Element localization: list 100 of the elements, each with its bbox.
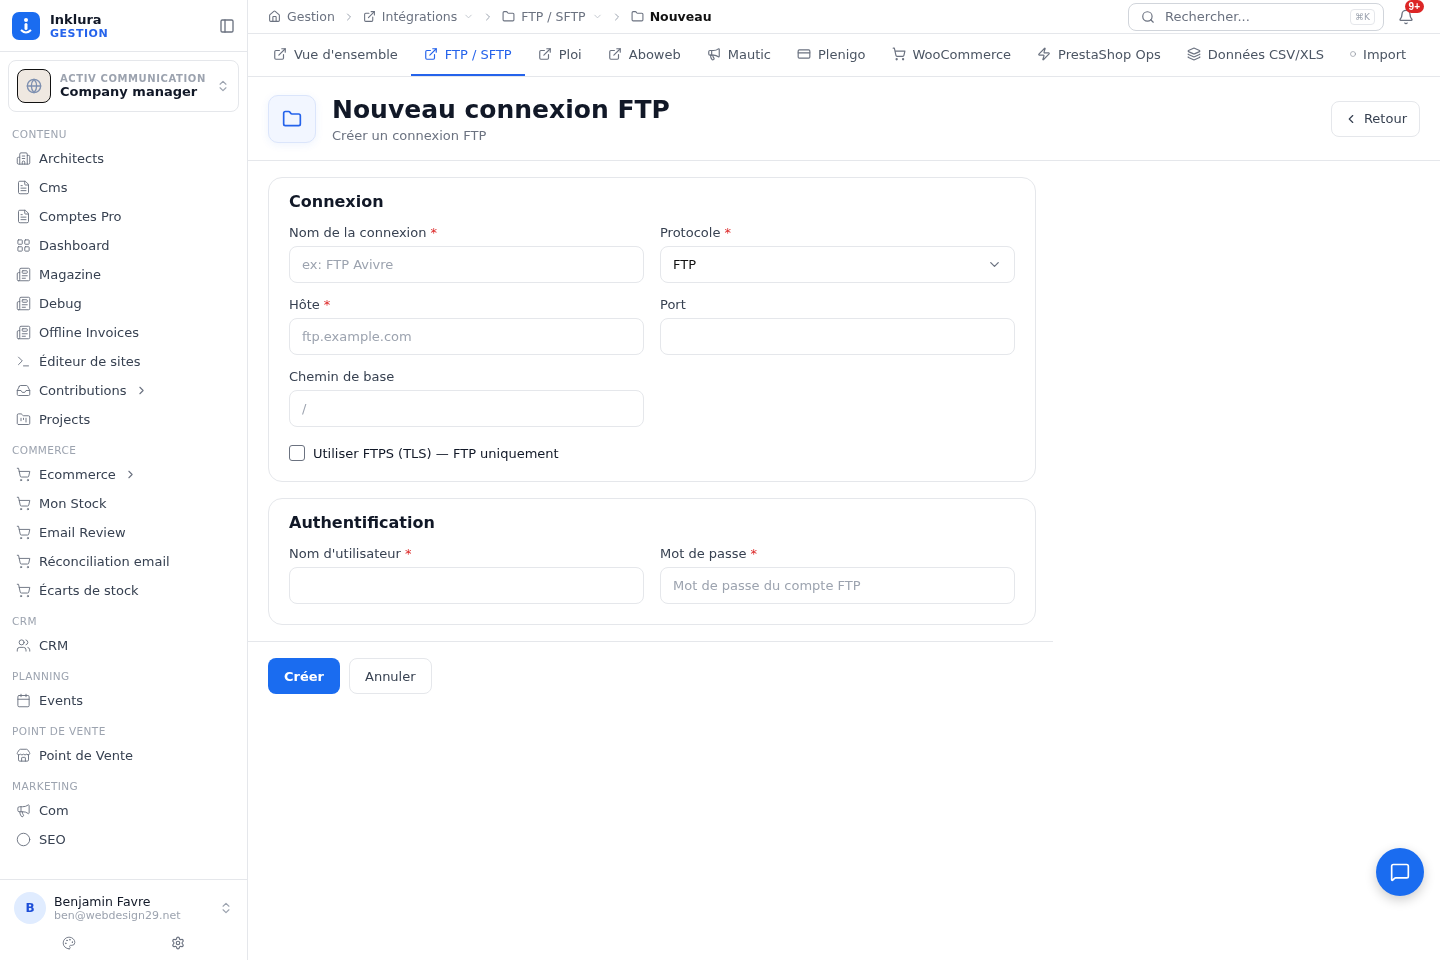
circle-icon <box>16 832 31 847</box>
cart-icon <box>16 467 31 482</box>
cancel-button[interactable]: Annuler <box>349 658 432 694</box>
chat-button[interactable] <box>1376 848 1424 896</box>
users-icon <box>16 638 31 653</box>
home-icon <box>268 10 281 23</box>
lightning-icon <box>1037 47 1052 61</box>
tab[interactable]: Aboweb <box>594 34 694 76</box>
user-menu[interactable]: B Benjamin Favre ben@webdesign29.net <box>14 892 233 924</box>
checkbox[interactable] <box>289 445 305 461</box>
sidebar-item[interactable]: Contributions <box>39 383 127 398</box>
back-button[interactable]: Retour <box>1330 100 1420 137</box>
folder-icon <box>502 10 516 23</box>
tab[interactable]: Ploi <box>524 34 595 76</box>
document-icon <box>16 180 31 195</box>
sidebar-item[interactable]: SEO <box>39 832 66 847</box>
sidebar-item[interactable]: Offline Invoices <box>39 325 140 340</box>
grid-icon <box>16 238 31 253</box>
sidebar-item[interactable]: Comptes Pro <box>39 209 122 224</box>
breadcrumb-item[interactable]: Nouveau <box>649 9 712 24</box>
sidebar-item[interactable]: Dashboard <box>39 238 110 253</box>
input-field[interactable] <box>660 318 1015 355</box>
input-field[interactable] <box>289 567 644 604</box>
tab[interactable]: Vue d'ensemble <box>260 34 411 76</box>
user-avatar: B <box>14 892 46 924</box>
card-title: Connexion <box>289 192 385 211</box>
sidebar-item[interactable]: Projects <box>39 412 91 427</box>
folder-icon <box>630 10 644 23</box>
field-label: Nom d'utilisateur <box>289 546 401 561</box>
section-title: CRM <box>11 614 38 629</box>
page-title: Nouveau connexion FTP <box>332 94 671 124</box>
sidebar-item[interactable]: Email Review <box>39 525 126 540</box>
tab[interactable]: Données CSV/XLS <box>1173 34 1338 76</box>
palette-icon[interactable] <box>61 936 76 950</box>
calendar-icon <box>16 693 31 708</box>
settings-icon[interactable] <box>171 936 186 950</box>
required-mark: * <box>750 546 758 561</box>
sidebar-toggle-icon[interactable] <box>219 17 235 34</box>
workspace-switcher[interactable]: ACTIV COMMUNICATION Company manager <box>8 60 239 112</box>
breadcrumb-item[interactable]: FTP / SFTP <box>521 9 586 24</box>
logo-icon <box>12 11 40 40</box>
card-title: Authentification <box>289 513 436 532</box>
breadcrumb-item[interactable]: Gestion <box>287 9 335 24</box>
search-icon <box>1141 9 1155 24</box>
tab[interactable]: Plenigo <box>784 34 879 76</box>
sidebar-item[interactable]: Réconciliation email <box>39 554 170 569</box>
sidebar-item[interactable]: CRM <box>39 638 69 653</box>
sidebar-item[interactable]: Écarts de stock <box>39 583 139 598</box>
user-email: ben@webdesign29.net <box>54 909 182 922</box>
sidebar-item[interactable]: Cms <box>39 180 68 195</box>
sidebar-item[interactable]: Point de Vente <box>39 748 133 763</box>
card-icon <box>797 47 811 61</box>
user-name: Benjamin Favre <box>54 894 152 909</box>
tab[interactable]: PrestaShop Ops <box>1024 34 1174 76</box>
required-mark: * <box>430 225 437 240</box>
sidebar-item[interactable]: Debug <box>39 296 82 311</box>
required-mark: * <box>724 225 731 240</box>
cart-icon <box>16 554 31 569</box>
external-link-icon <box>607 47 622 61</box>
cart-icon <box>16 525 31 540</box>
sidebar-item[interactable]: Magazine <box>39 267 102 282</box>
protocol-select[interactable]: FTP <box>660 246 1015 283</box>
newspaper-icon <box>16 325 31 340</box>
input-field[interactable]: / <box>289 390 644 427</box>
sidebar-item[interactable]: Mon Stock <box>39 496 107 511</box>
megaphone-icon <box>706 47 721 61</box>
field-label: Nom de la connexion <box>289 225 427 240</box>
tab[interactable]: Import <box>1337 34 1420 76</box>
sidebar-item[interactable]: Events <box>39 693 83 708</box>
page-subtitle: Créer un connexion FTP <box>332 127 488 143</box>
password-field[interactable]: Mot de passe du compte FTP <box>660 567 1015 604</box>
required-mark: * <box>404 546 412 561</box>
sidebar-item[interactable]: Éditeur de sites <box>39 354 141 369</box>
field-label: Port <box>660 297 686 312</box>
sidebar-item[interactable]: Architects <box>39 151 105 166</box>
document-icon <box>16 209 31 224</box>
chat-icon <box>1390 862 1410 882</box>
checkbox-label: Utiliser FTPS (TLS) — FTP uniquement <box>313 445 559 461</box>
shortcut-hint: ⌘K <box>1350 8 1375 25</box>
input-field[interactable]: ex: FTP Avivre <box>289 246 644 283</box>
sidebar-item[interactable]: Ecommerce <box>39 467 116 482</box>
store-icon <box>16 748 31 763</box>
tab[interactable]: WooCommerce <box>878 34 1025 76</box>
field-label: Protocole <box>660 225 721 240</box>
field-label: Hôte <box>289 297 320 312</box>
section-title: MARKETING <box>11 779 80 794</box>
dot-icon <box>1350 51 1357 57</box>
external-link-icon <box>362 10 376 23</box>
megaphone-icon <box>16 803 31 818</box>
tab[interactable]: FTP / SFTP <box>410 34 525 76</box>
sidebar-item[interactable]: Com <box>39 803 69 818</box>
input-field[interactable]: ftp.example.com <box>289 318 644 355</box>
cart-icon <box>891 47 906 61</box>
cart-icon <box>16 583 31 598</box>
create-button[interactable]: Créer <box>268 658 340 694</box>
required-mark: * <box>323 297 331 312</box>
breadcrumb-item[interactable]: Intégrations <box>381 9 458 24</box>
tab[interactable]: Mautic <box>693 34 784 76</box>
folder-icon <box>16 412 31 427</box>
layers-icon <box>1186 47 1201 61</box>
